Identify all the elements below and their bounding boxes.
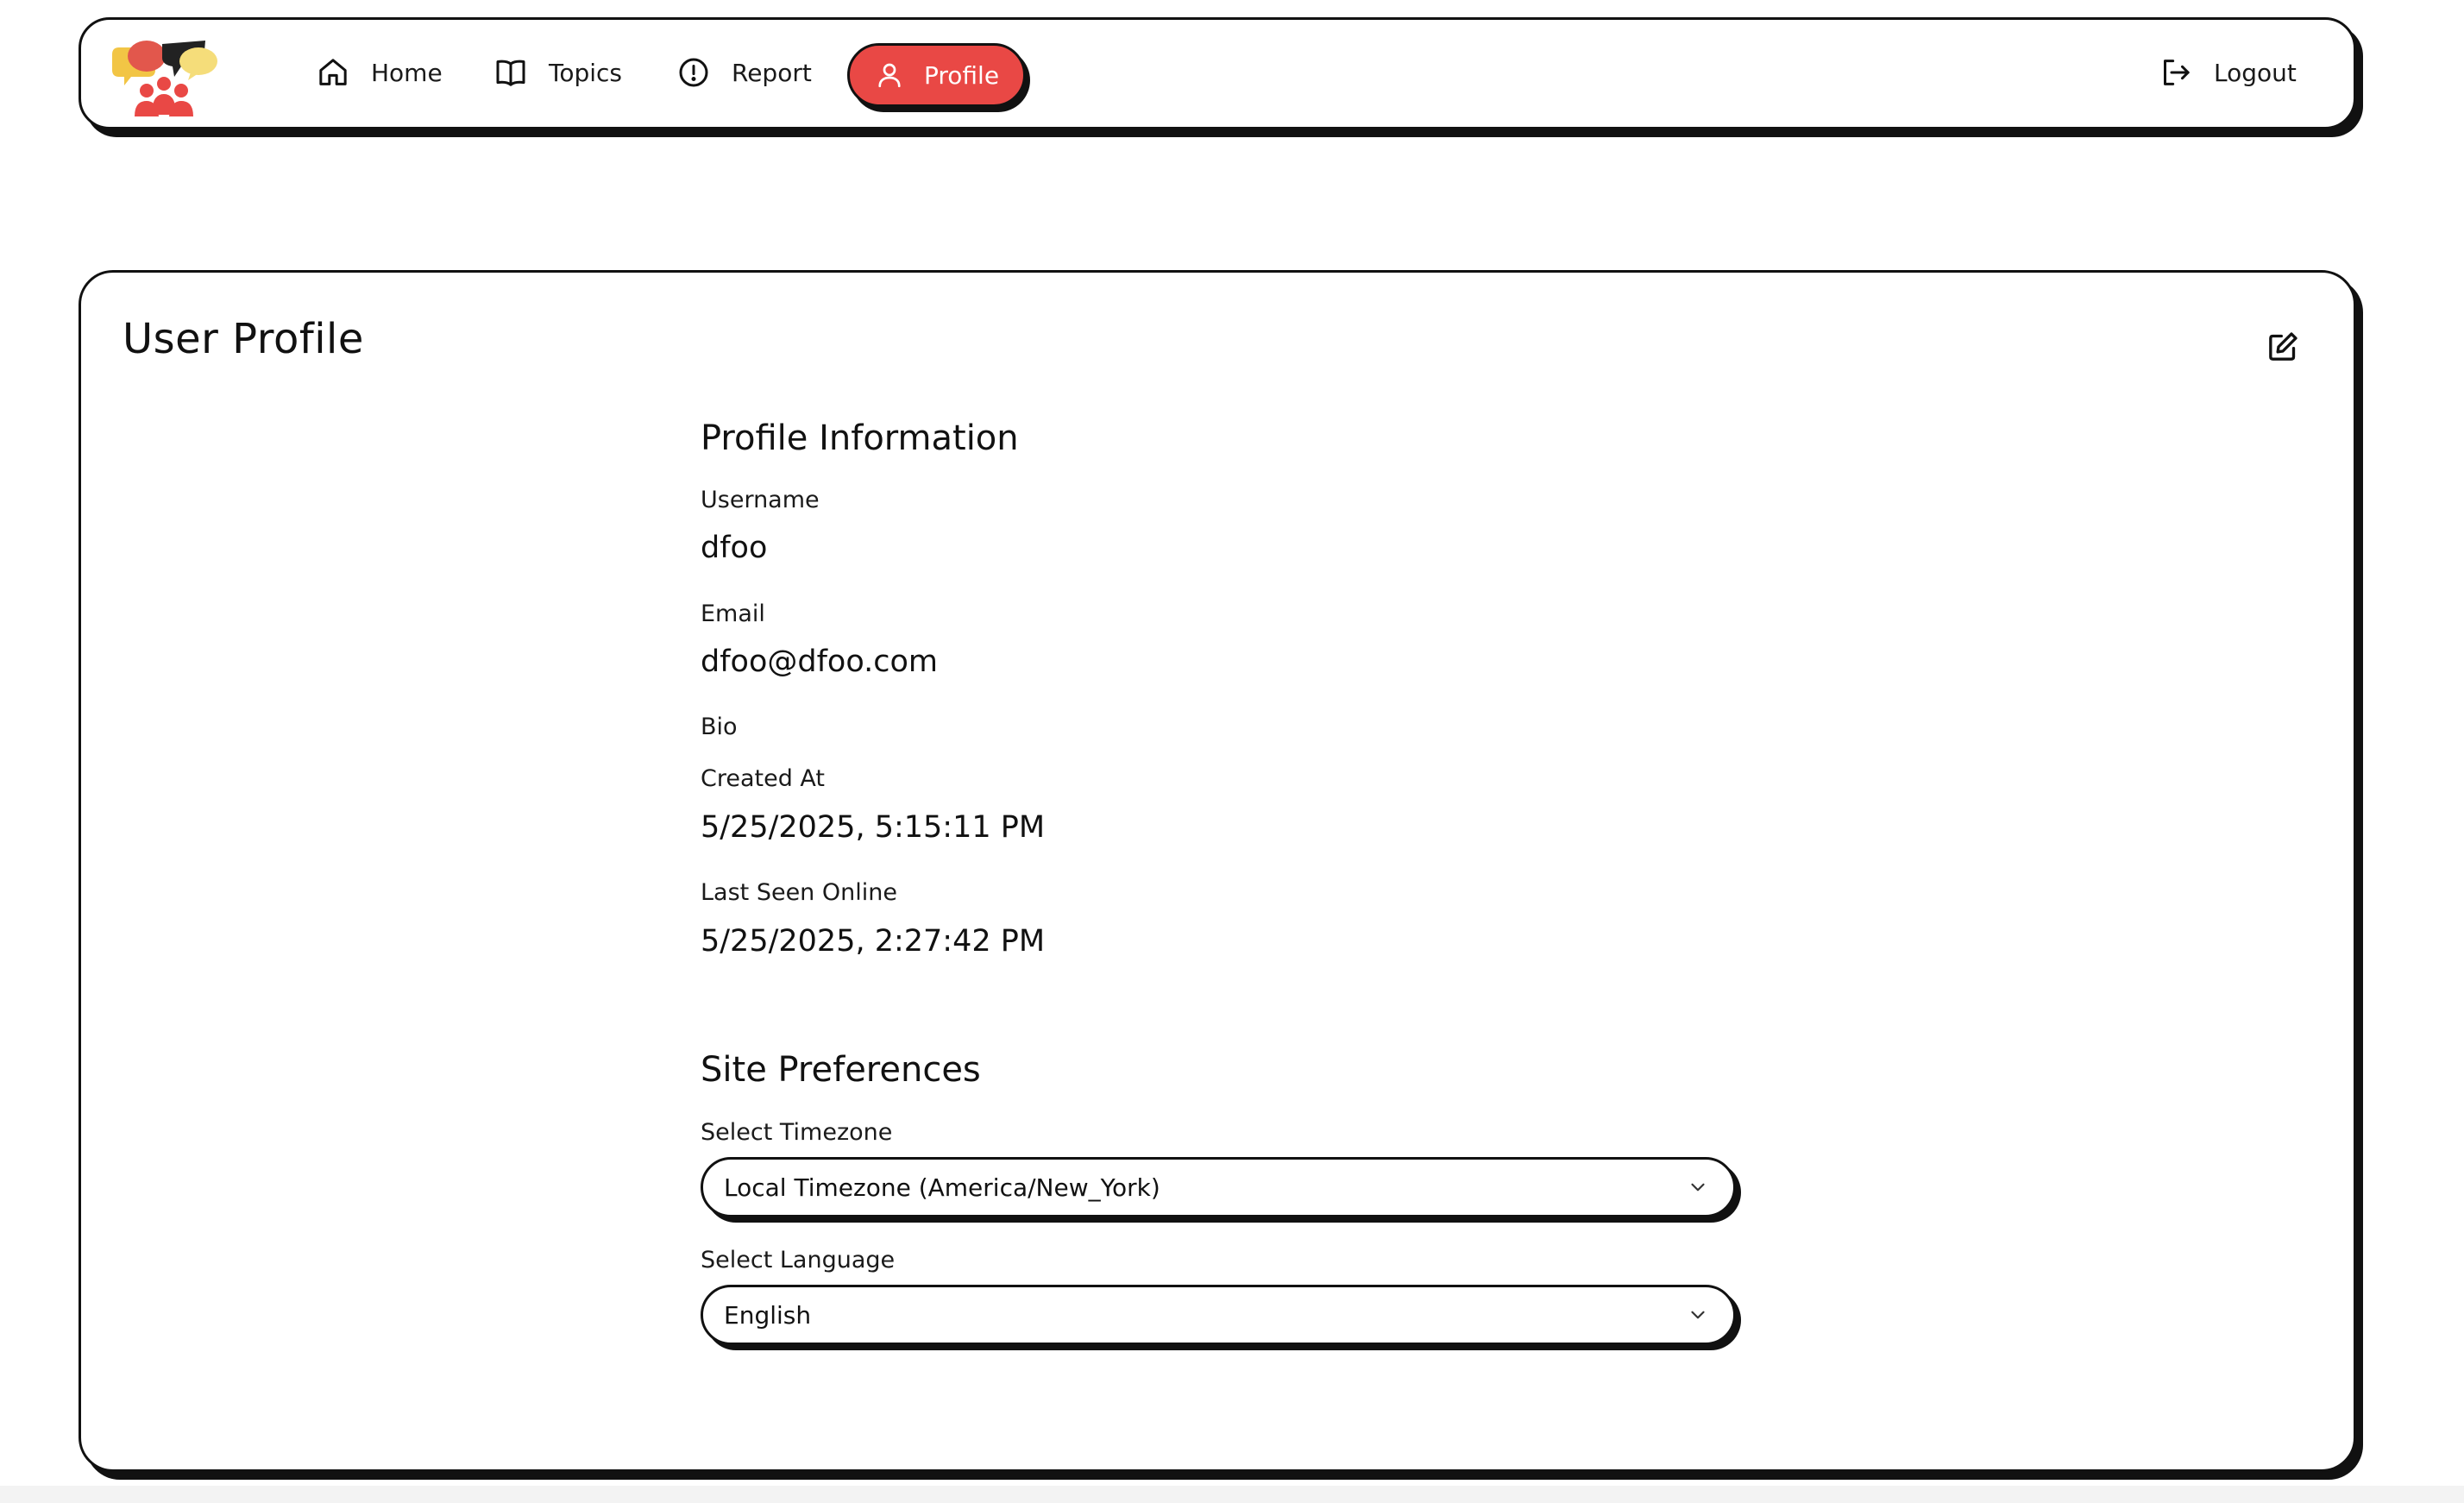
app-logo[interactable] xyxy=(109,32,221,122)
username-label: Username xyxy=(701,487,820,513)
logout-label: Logout xyxy=(2214,58,2297,87)
nav-profile-label: Profile xyxy=(924,60,1000,90)
language-select[interactable]: English xyxy=(701,1285,1736,1345)
created-at-value: 5/25/2025, 5:15:11 PM xyxy=(701,810,1046,845)
chevron-down-icon xyxy=(1691,1183,1705,1192)
book-icon xyxy=(496,60,525,86)
language-label: Select Language xyxy=(701,1247,896,1273)
nav-report-label: Report xyxy=(732,58,812,87)
timezone-select[interactable]: Local Timezone (America/New_York) xyxy=(701,1157,1736,1217)
logo-icon xyxy=(112,41,217,116)
email-label: Email xyxy=(701,601,765,627)
timezone-label: Select Timezone xyxy=(701,1119,893,1146)
nav-home-label: Home xyxy=(371,58,443,87)
profile-info-heading: Profile Information xyxy=(701,418,1019,458)
bio-label: Bio xyxy=(701,714,738,740)
email-value: dfoo@dfoo.com xyxy=(701,645,938,679)
user-profile-card: User Profile Profile Information Usernam… xyxy=(79,270,2356,1472)
top-navbar: Home Topics Report Profile Logout xyxy=(79,17,2356,129)
last-seen-value: 5/25/2025, 2:27:42 PM xyxy=(701,924,1046,959)
language-select-value: English xyxy=(724,1300,812,1330)
alert-circle-icon xyxy=(679,58,708,87)
username-value: dfoo xyxy=(701,531,768,565)
site-preferences-heading: Site Preferences xyxy=(701,1050,981,1090)
logout-icon xyxy=(2164,60,2190,85)
home-icon xyxy=(319,59,347,85)
nav-profile[interactable]: Profile xyxy=(847,43,1027,107)
user-icon xyxy=(878,63,901,88)
page-title: User Profile xyxy=(123,315,364,363)
page-bottom-strip xyxy=(0,1486,2464,1503)
nav-topics-label: Topics xyxy=(549,58,623,87)
last-seen-label: Last Seen Online xyxy=(701,879,897,906)
chevron-down-icon xyxy=(1691,1311,1705,1319)
edit-icon xyxy=(2269,332,2297,361)
timezone-select-value: Local Timezone (America/New_York) xyxy=(724,1173,1160,1202)
nav-topics[interactable]: Topics xyxy=(493,42,622,103)
nav-home[interactable]: Home xyxy=(316,42,443,103)
created-at-label: Created At xyxy=(701,765,826,792)
edit-profile-button[interactable] xyxy=(2266,330,2300,364)
nav-report[interactable]: Report xyxy=(676,42,812,103)
logout-button[interactable]: Logout xyxy=(2159,42,2297,103)
